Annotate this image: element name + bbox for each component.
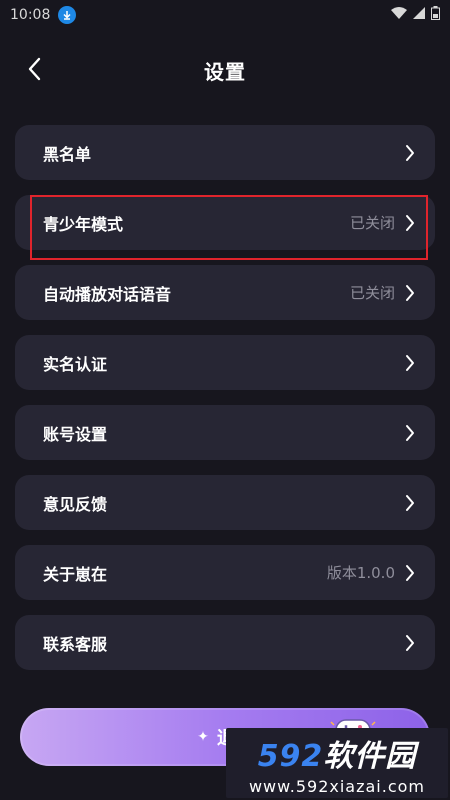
- settings-item-real-name[interactable]: 实名认证: [15, 335, 435, 390]
- watermark-brand-number: 592: [257, 738, 324, 774]
- watermark-brand: 592软件园: [258, 731, 417, 775]
- watermark: 592软件园 www.592xiazai.com: [226, 728, 448, 798]
- watermark-url: www.592xiazai.com: [248, 776, 426, 796]
- settings-item-label: 自动播放对话语音: [43, 284, 172, 304]
- settings-item-teen-mode[interactable]: 青少年模式 已关闭: [15, 195, 435, 250]
- settings-item-value: 已关闭: [349, 214, 395, 232]
- header: 设置: [0, 50, 450, 90]
- chevron-right-icon: [405, 144, 415, 162]
- settings-item-label: 黑名单: [43, 144, 92, 164]
- watermark-brand-text: 软件园: [323, 738, 417, 774]
- sparkle-icon: ✦: [197, 729, 209, 745]
- settings-item-label: 联系客服: [43, 634, 108, 654]
- chevron-left-icon: [28, 57, 42, 85]
- chevron-right-icon: [405, 284, 415, 302]
- chevron-right-icon: [405, 634, 415, 652]
- settings-item-value: 版本1.0.0: [326, 564, 395, 582]
- chevron-right-icon: [405, 214, 415, 232]
- wifi-icon: [391, 7, 407, 23]
- settings-list: 黑名单 青少年模式 已关闭 自动播放对话语音 已关闭 实名认证 账号设置 意见反…: [15, 125, 435, 670]
- settings-item-label: 实名认证: [43, 354, 108, 374]
- signal-icon: [413, 7, 425, 23]
- status-icons: [391, 6, 440, 24]
- settings-item-label: 青少年模式: [43, 214, 124, 234]
- status-time: 10:08: [10, 7, 51, 23]
- battery-icon: [431, 6, 440, 24]
- chevron-right-icon: [405, 354, 415, 372]
- chevron-right-icon: [405, 564, 415, 582]
- settings-item-about[interactable]: 关于崽在 版本1.0.0: [15, 545, 435, 600]
- settings-item-value: 已关闭: [349, 284, 395, 302]
- settings-item-customer-service[interactable]: 联系客服: [15, 615, 435, 670]
- status-bar: 10:08: [0, 0, 450, 30]
- back-button[interactable]: [20, 56, 50, 86]
- settings-item-blacklist[interactable]: 黑名单: [15, 125, 435, 180]
- download-icon: [58, 6, 77, 24]
- settings-item-label: 关于崽在: [43, 564, 108, 584]
- settings-item-label: 意见反馈: [43, 494, 108, 514]
- chevron-right-icon: [405, 494, 415, 512]
- chevron-right-icon: [405, 424, 415, 442]
- settings-item-feedback[interactable]: 意见反馈: [15, 475, 435, 530]
- settings-item-account[interactable]: 账号设置: [15, 405, 435, 460]
- settings-item-label: 账号设置: [43, 424, 108, 444]
- settings-item-autoplay-voice[interactable]: 自动播放对话语音 已关闭: [15, 265, 435, 320]
- page-title: 设置: [204, 59, 246, 84]
